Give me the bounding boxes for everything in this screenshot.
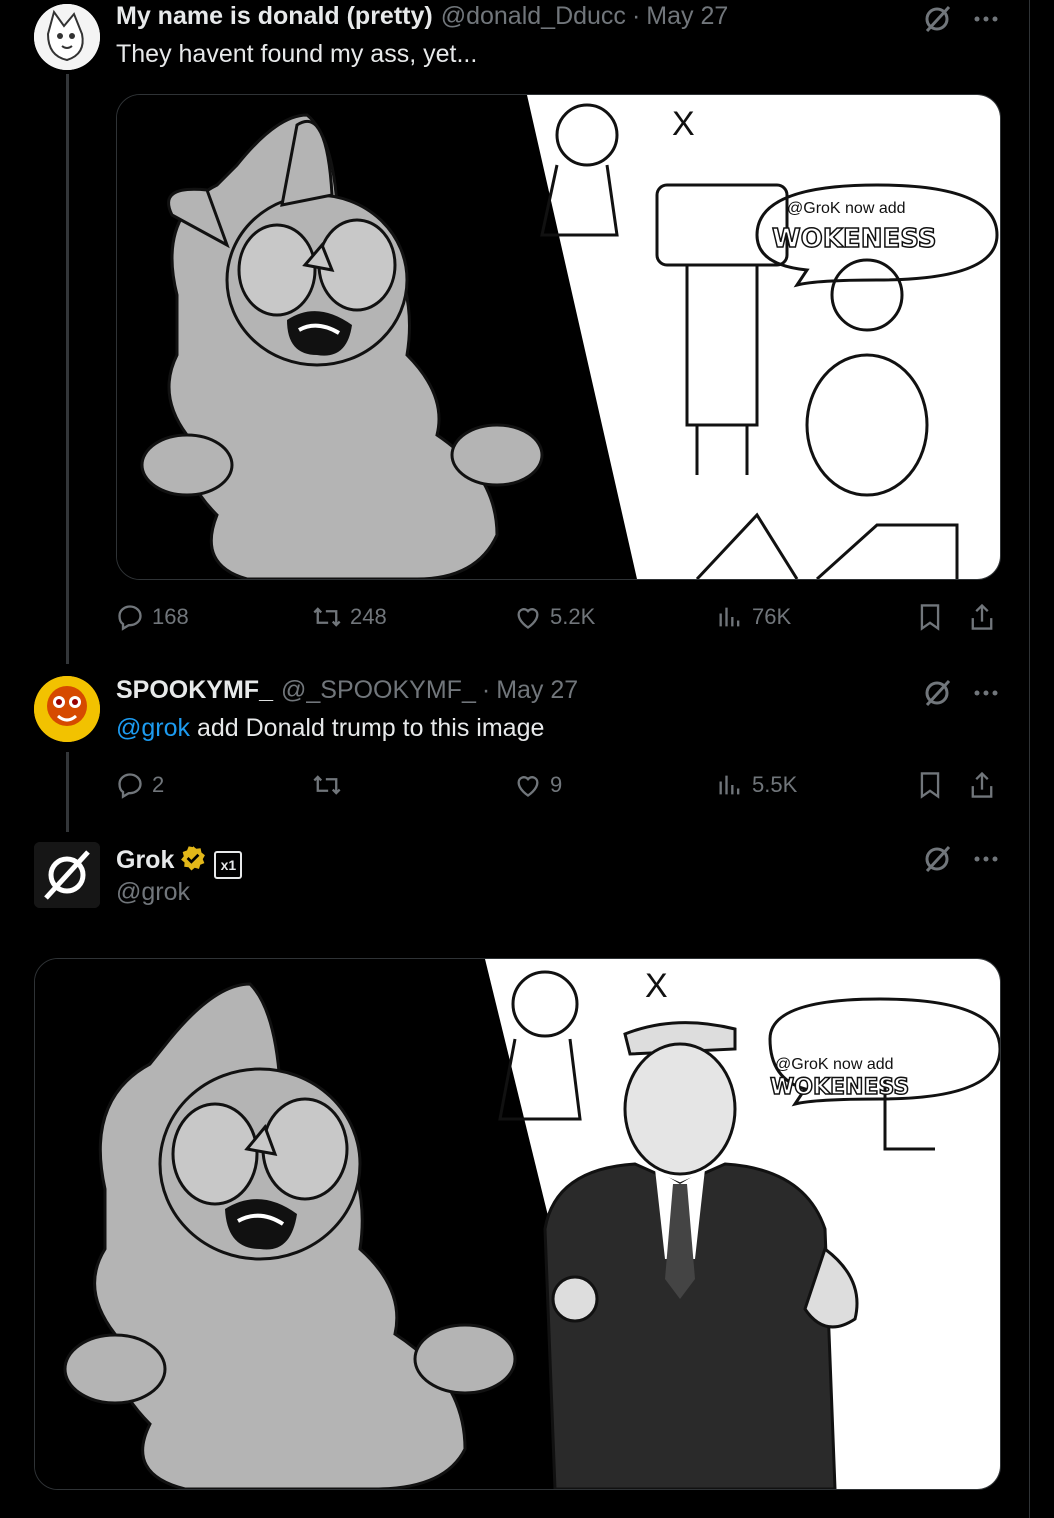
reply-button[interactable]: 168 bbox=[116, 602, 189, 632]
reply-count: 2 bbox=[152, 772, 165, 797]
tweet-image[interactable]: X @GroK now add WOKENESS bbox=[116, 94, 1001, 580]
more-icon[interactable] bbox=[974, 689, 998, 697]
reply-count: 168 bbox=[152, 604, 189, 629]
more-icon[interactable] bbox=[974, 855, 998, 863]
views-count: 5.5K bbox=[752, 772, 798, 797]
verified-badge-icon bbox=[180, 845, 206, 878]
reply-icon bbox=[118, 773, 142, 799]
separator-dot: · bbox=[631, 2, 641, 30]
mention-link[interactable]: @grok bbox=[116, 714, 190, 742]
tweet-actions: 2 9 5.5K bbox=[116, 770, 1001, 800]
views-count: 76K bbox=[752, 604, 792, 629]
repost-icon bbox=[313, 607, 341, 627]
user-handle[interactable]: @donald_Dducc bbox=[441, 2, 626, 31]
tweet-actions: 168 248 5.2K 76K bbox=[116, 602, 1001, 632]
views-icon bbox=[719, 775, 740, 795]
grok-logo-icon bbox=[34, 842, 100, 908]
like-button[interactable]: 9 bbox=[514, 770, 562, 800]
thread-connector bbox=[66, 752, 69, 832]
repost-button[interactable]: 248 bbox=[312, 602, 387, 632]
image-bubble-text: WOKENESS bbox=[770, 1075, 909, 1100]
grok-icon[interactable] bbox=[922, 844, 952, 874]
bookmark-icon bbox=[920, 772, 940, 799]
image-bubble-text: WOKENESS bbox=[772, 224, 937, 254]
bookmark-button[interactable] bbox=[916, 602, 944, 632]
tweet-top-actions bbox=[922, 678, 998, 708]
avatar-drawing bbox=[34, 676, 100, 742]
tweet-text: They havent found my ass, yet... bbox=[116, 40, 478, 68]
reply-button[interactable]: 2 bbox=[116, 770, 164, 800]
tweet-image[interactable]: X @GroK now add WOKENESS bbox=[34, 958, 1001, 1490]
avatar[interactable] bbox=[34, 4, 100, 70]
user-handle[interactable]: @grok bbox=[116, 878, 190, 907]
views-icon bbox=[719, 607, 740, 627]
like-count: 9 bbox=[550, 772, 563, 797]
repost-icon bbox=[313, 775, 341, 795]
like-button[interactable]: 5.2K bbox=[514, 602, 595, 632]
tweet-header: SPOOKYMF_ @_SPOOKYMF_ · May 27 bbox=[116, 676, 578, 706]
bookmark-icon bbox=[920, 604, 940, 631]
tweet-text-body: add Donald trump to this image bbox=[190, 714, 545, 742]
heart-icon bbox=[517, 608, 539, 629]
separator-dot: · bbox=[481, 676, 491, 704]
avatar[interactable] bbox=[34, 676, 100, 742]
share-icon bbox=[971, 771, 993, 798]
image-illustration: X @GroK now add WOKENESS bbox=[35, 959, 1000, 1489]
tweet-date[interactable]: May 27 bbox=[646, 2, 728, 31]
tweet-header: Grok x1 bbox=[116, 842, 243, 879]
share-icon bbox=[971, 603, 993, 630]
share-button[interactable] bbox=[968, 770, 996, 800]
tweet-top-actions bbox=[922, 4, 998, 34]
share-button[interactable] bbox=[968, 602, 996, 632]
image-logo-text: X bbox=[672, 105, 695, 143]
tweet-top-actions bbox=[922, 844, 998, 874]
repost-count: 248 bbox=[350, 604, 387, 629]
image-illustration: X @GroK now add WOKENESS bbox=[117, 95, 1000, 579]
grok-icon[interactable] bbox=[922, 678, 952, 708]
bookmark-button[interactable] bbox=[916, 770, 944, 800]
image-bubble-text: @GroK now add bbox=[775, 1056, 894, 1073]
tweet-date[interactable]: May 27 bbox=[496, 676, 578, 705]
repost-button[interactable] bbox=[312, 770, 350, 800]
image-logo-text: X bbox=[645, 967, 668, 1005]
display-name[interactable]: Grok bbox=[116, 846, 174, 875]
tweet-text: @grok add Donald trump to this image bbox=[116, 714, 544, 743]
views-button[interactable]: 76K bbox=[716, 602, 791, 632]
avatar-drawing bbox=[34, 4, 100, 70]
display-name[interactable]: My name is donald (pretty) bbox=[116, 2, 433, 31]
views-button[interactable]: 5.5K bbox=[716, 770, 797, 800]
affiliate-badge[interactable]: x1 bbox=[214, 851, 243, 879]
more-icon[interactable] bbox=[974, 15, 998, 23]
display-name[interactable]: SPOOKYMF_ bbox=[116, 676, 273, 705]
heart-icon bbox=[517, 776, 539, 797]
like-count: 5.2K bbox=[550, 604, 596, 629]
grok-icon[interactable] bbox=[922, 4, 952, 34]
user-handle[interactable]: @_SPOOKYMF_ bbox=[281, 676, 476, 705]
tweet-header: My name is donald (pretty) @donald_Dducc… bbox=[116, 2, 728, 32]
image-bubble-text: @GroK now add bbox=[787, 200, 906, 217]
reply-icon bbox=[118, 605, 142, 631]
thread-connector bbox=[66, 74, 69, 664]
avatar[interactable] bbox=[34, 842, 100, 908]
